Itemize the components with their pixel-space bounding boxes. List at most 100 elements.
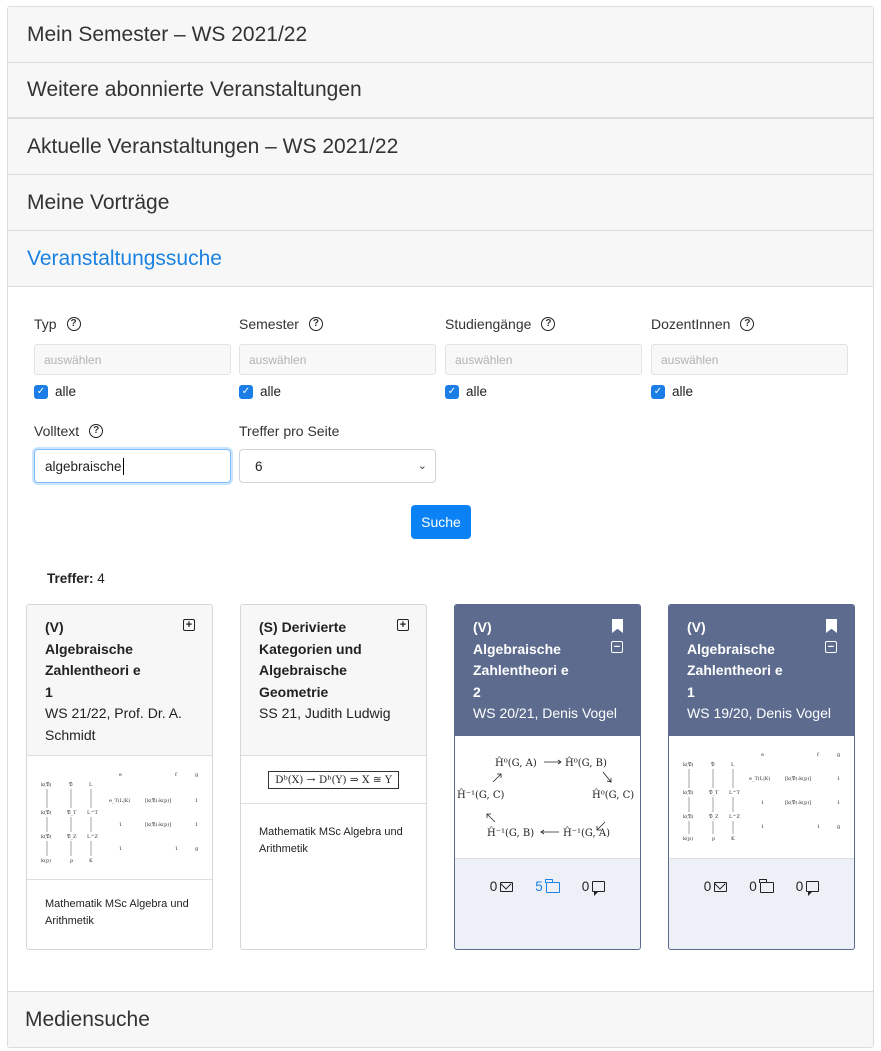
chevron-down-icon: ⌄ — [417, 460, 427, 472]
card-thumbnail: Dᵇ(X) → Dᵇ(Y) ⇒ X ≅ Y — [241, 756, 426, 804]
section-title: Mediensuche — [25, 1007, 150, 1031]
messages-stat[interactable]: 0 — [490, 879, 514, 894]
checkbox-label: alle — [672, 384, 694, 399]
help-icon[interactable]: ? — [89, 424, 104, 438]
hits-count: Treffer: 4 — [47, 571, 105, 586]
svg-text:L^T: L^T — [87, 809, 99, 816]
card-header: (V) Algebraische Zahlentheori e 1 WS 19/… — [669, 605, 854, 736]
section-aktuelle-veranstaltungen[interactable]: Aktuelle Veranstaltungen – WS 2021/22 — [8, 119, 873, 175]
section-title: Veranstaltungssuche — [27, 246, 222, 270]
svg-text:f: f — [175, 772, 178, 778]
svg-text:[k(𝔓):k(p)]: [k(𝔓):k(p)] — [785, 775, 811, 782]
section-meine-vortraege[interactable]: Meine Vorträge — [8, 175, 873, 231]
svg-text:K: K — [89, 858, 93, 864]
svg-text:L: L — [731, 762, 735, 768]
per-page-value: 6 — [255, 458, 263, 474]
card-thumbnail: Ĥ⁰(G, A) Ĥ⁰(G, B) Ĥ⁻¹(G, C) Ĥ⁰(G, C) Ĥ⁻¹… — [455, 736, 640, 859]
checkbox-icon[interactable]: ✓ — [651, 384, 665, 399]
filter-label: Typ — [34, 316, 57, 332]
card-thumbnail: k(𝔓) 𝔓 L k(𝔓) 𝔓_T L^T k(𝔓) 𝔓_Z L^Z k(p) p K efg … — [669, 736, 854, 859]
envelope-icon — [714, 881, 728, 892]
filter-typ: Typ? auswählen ✓ alle — [34, 314, 231, 399]
course-card-subscribed[interactable]: (V) Algebraische Zahlentheori e 1 WS 19/… — [668, 604, 855, 950]
messages-stat[interactable]: 0 — [704, 879, 728, 894]
help-icon[interactable]: ? — [541, 317, 556, 331]
files-stat[interactable]: 0 — [749, 879, 774, 894]
formula-box: Dᵇ(X) → Dᵇ(Y) ⇒ X ≅ Y — [268, 770, 399, 789]
card-subtitle: WS 21/22, Prof. Dr. A. Schmidt — [45, 705, 182, 743]
card-stats: 0 0 0 — [669, 859, 854, 896]
card-title[interactable]: Algebraische Zahlentheori e 2 — [473, 639, 573, 704]
section-title: Weitere abonnierte Veranstaltungen — [27, 78, 362, 101]
course-card[interactable]: (V) Algebraische Zahlentheori e 1 WS 21/… — [26, 604, 213, 950]
svg-text:k(𝔓): k(𝔓) — [41, 809, 52, 816]
checkbox-icon[interactable]: ✓ — [445, 384, 459, 399]
help-icon[interactable]: ? — [66, 317, 81, 331]
add-icon[interactable]: + — [397, 619, 409, 631]
svg-text:1: 1 — [175, 846, 178, 852]
card-title[interactable]: Algebraische Zahlentheori e 1 — [45, 639, 145, 704]
checkbox-icon[interactable]: ✓ — [239, 384, 253, 399]
remove-icon[interactable]: − — [825, 641, 837, 653]
svg-text:𝔓: 𝔓 — [711, 762, 715, 768]
hits-label: Treffer: — [47, 571, 94, 586]
card-header: (V) Algebraische Zahlentheori e 2 WS 20/… — [455, 605, 640, 736]
bookmark-icon[interactable] — [612, 619, 623, 633]
card-subtitle: WS 19/20, Denis Vogel — [687, 705, 831, 721]
svg-text:𝔓_T: 𝔓_T — [67, 810, 77, 816]
card-subtitle: SS 21, Judith Ludwig — [259, 705, 391, 721]
svg-text:k(𝔓): k(𝔓) — [41, 833, 52, 840]
node-mid-right: Ĥ⁰(G, C) — [592, 789, 634, 801]
comment-icon — [592, 881, 606, 896]
remove-icon[interactable]: − — [611, 641, 623, 653]
card-type: (V) — [45, 619, 64, 635]
svg-text:e: e — [119, 772, 122, 778]
course-card-subscribed[interactable]: (V) Algebraische Zahlentheori e 2 WS 20/… — [454, 604, 641, 950]
svg-text:1: 1 — [119, 822, 122, 828]
section-weitere-veranstaltungen[interactable]: Weitere abonnierte Veranstaltungen — [8, 63, 873, 119]
card-footer: Mathematik MSc Algebra und Arithmetik — [45, 898, 189, 927]
checkbox-icon[interactable]: ✓ — [34, 384, 48, 399]
card-thumbnail: k(𝔓) 𝔓 L k(𝔓) 𝔓_T L^T k(𝔓) 𝔓_Z L^Z k(p) p K efg … — [27, 756, 212, 880]
add-icon[interactable]: + — [183, 619, 195, 631]
volltext-value: algebraische — [45, 458, 122, 474]
comments-stat[interactable]: 0 — [582, 879, 606, 896]
semester-select[interactable]: auswählen — [239, 344, 436, 375]
svg-text:e_T(L|K): e_T(L|K) — [109, 797, 130, 804]
search-button[interactable]: Suche — [411, 505, 471, 539]
card-title-row[interactable]: (S) Derivierte Kategorien und Algebraisc… — [259, 617, 369, 703]
volltext-input[interactable]: algebraische — [34, 449, 231, 483]
files-stat[interactable]: 5 — [535, 879, 560, 894]
section-mediensuche[interactable]: Mediensuche — [8, 992, 873, 1047]
svg-text:k(p): k(p) — [41, 857, 51, 864]
comment-icon — [806, 881, 820, 896]
card-subtitle: WS 20/21, Denis Vogel — [473, 705, 617, 721]
svg-text:L^Z: L^Z — [729, 813, 741, 820]
bookmark-icon[interactable] — [826, 619, 837, 633]
svg-text:g: g — [837, 824, 841, 830]
help-icon[interactable]: ? — [308, 317, 323, 331]
svg-text:1: 1 — [195, 798, 198, 804]
node-top-right: Ĥ⁰(G, B) — [565, 757, 607, 769]
svg-text:𝔓_T: 𝔓_T — [709, 790, 719, 796]
typ-select[interactable]: auswählen — [34, 344, 231, 375]
svg-text:𝔓: 𝔓 — [69, 782, 73, 788]
section-mein-semester[interactable]: Mein Semester – WS 2021/22 — [8, 7, 873, 63]
dozentinnen-select[interactable]: auswählen — [651, 344, 848, 375]
section-title: Aktuelle Veranstaltungen – WS 2021/22 — [27, 134, 399, 158]
filter-label: DozentInnen — [651, 316, 731, 332]
filter-dozentinnen: DozentInnen? auswählen ✓ alle — [651, 314, 848, 399]
section-veranstaltungssuche[interactable]: Veranstaltungssuche — [8, 231, 873, 287]
text-caret — [122, 457, 124, 475]
svg-text:f: f — [817, 752, 820, 758]
comments-stat[interactable]: 0 — [796, 879, 820, 896]
node-mid-left: Ĥ⁻¹(G, C) — [457, 789, 505, 801]
svg-text:L^T: L^T — [729, 789, 741, 796]
course-card[interactable]: (S) Derivierte Kategorien und Algebraisc… — [240, 604, 427, 950]
svg-text:𝔓_Z: 𝔓_Z — [67, 834, 77, 840]
studiengaenge-select[interactable]: auswählen — [445, 344, 642, 375]
card-title[interactable]: Algebraische Zahlentheori e 1 — [687, 639, 787, 704]
help-icon[interactable]: ? — [740, 317, 755, 331]
svg-text:k(𝔓): k(𝔓) — [683, 761, 694, 768]
per-page-select[interactable]: 6 ⌄ — [239, 449, 436, 483]
